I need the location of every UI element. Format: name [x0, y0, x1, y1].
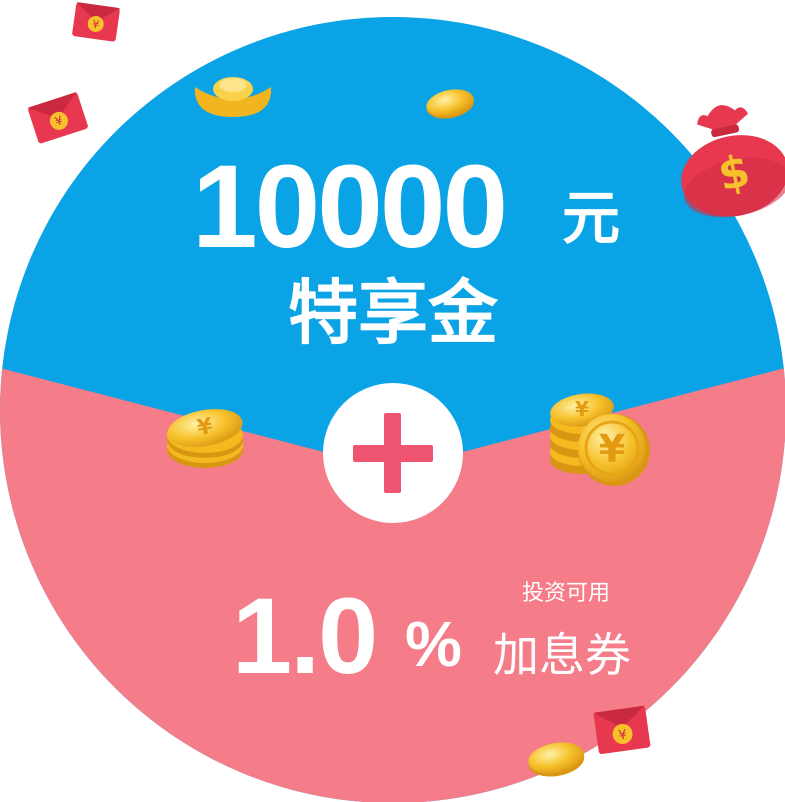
red-envelope-icon: ¥ [72, 2, 121, 42]
svg-text:¥: ¥ [599, 427, 625, 471]
rate-value: 1.0 [232, 575, 378, 696]
rate-note: 投资可用 [522, 580, 611, 605]
amount-title: 特享金 [288, 274, 498, 352]
amount-value: 10000 [192, 141, 508, 273]
svg-text:¥: ¥ [575, 397, 589, 421]
promo-graphic: ¥ ¥ $ ¥ ¥ ¥ ¥ [0, 2, 785, 802]
plus-badge [323, 383, 463, 523]
rate-title: 加息券 [493, 629, 631, 681]
amount-unit: 元 [562, 186, 621, 251]
red-envelope-icon: ¥ [593, 705, 651, 755]
rate-percent-sign: % [405, 608, 462, 680]
red-envelope-icon: ¥ [27, 91, 88, 144]
